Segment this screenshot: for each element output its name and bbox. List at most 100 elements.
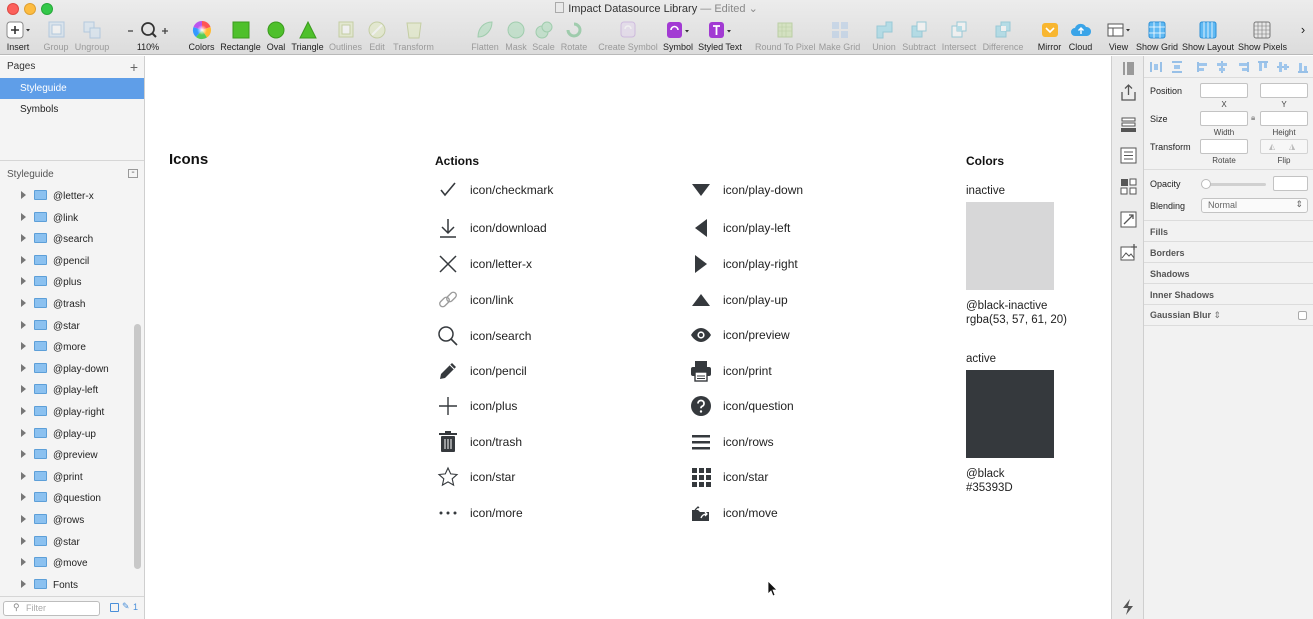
subtract-button[interactable]: Subtract — [900, 20, 938, 54]
components-icon[interactable] — [1119, 177, 1138, 196]
show-layout-button[interactable]: Show Layout — [1182, 20, 1234, 54]
opacity-slider-handle[interactable] — [1201, 179, 1211, 189]
height-field[interactable] — [1260, 111, 1308, 126]
transform-button[interactable]: Transform — [392, 20, 435, 54]
page-item-styleguide[interactable]: Styleguide — [0, 78, 144, 99]
create-symbol-button[interactable]: Create Symbol — [598, 20, 658, 54]
disclosure-triangle-icon[interactable] — [21, 536, 26, 545]
rotate-field[interactable] — [1200, 139, 1248, 154]
zoom-control[interactable]: 110% — [124, 20, 172, 54]
layer-item[interactable]: @question — [0, 488, 133, 509]
rotate-button[interactable]: Rotate — [559, 20, 589, 54]
list-panel-icon[interactable] — [1119, 146, 1138, 165]
artboard-canvas[interactable]: Icons Actions Colors icon/checkmark icon/… — [145, 56, 1111, 619]
layer-item[interactable]: @play-right — [0, 402, 133, 423]
layer-item[interactable]: @preview — [0, 445, 133, 466]
disclosure-triangle-icon[interactable] — [21, 234, 26, 243]
rectangle-tool-button[interactable]: Rectangle — [220, 20, 261, 54]
colors-button[interactable]: Colors — [187, 20, 216, 54]
styled-text-button[interactable]: Styled Text — [697, 20, 743, 54]
shadows-section-header[interactable]: Shadows — [1150, 269, 1190, 279]
align-bottom-icon[interactable] — [1296, 60, 1310, 74]
borders-section-header[interactable]: Borders — [1150, 248, 1185, 258]
distribute-vertical-icon[interactable] — [1170, 60, 1184, 74]
toolbar-overflow-chevron-icon[interactable]: › — [1296, 22, 1310, 56]
disclosure-triangle-icon[interactable] — [21, 515, 26, 523]
resize-icon[interactable] — [1119, 210, 1138, 229]
layer-item[interactable]: @star — [0, 316, 133, 337]
layer-item[interactable]: @print — [0, 467, 133, 488]
disclosure-triangle-icon[interactable] — [21, 493, 26, 502]
filter-pencil-icon[interactable]: ✎ — [122, 601, 130, 612]
layer-list-scrollbar[interactable] — [134, 324, 141, 569]
union-button[interactable]: Union — [870, 20, 898, 54]
symbol-button[interactable]: Symbol — [662, 20, 694, 54]
layer-item[interactable]: @play-up — [0, 424, 133, 445]
intersect-button[interactable]: Intersect — [940, 20, 978, 54]
disclosure-triangle-icon[interactable] — [21, 191, 26, 199]
disclosure-triangle-icon[interactable] — [21, 363, 26, 372]
view-button[interactable]: View — [1105, 20, 1132, 54]
flip-vertical-icon[interactable]: ◮ — [1289, 142, 1295, 151]
close-window-button[interactable] — [7, 3, 19, 15]
disclosure-triangle-icon[interactable] — [21, 255, 26, 264]
edit-button[interactable]: Edit — [367, 20, 387, 54]
triangle-tool-button[interactable]: Triangle — [291, 20, 324, 54]
mask-button[interactable]: Mask — [504, 20, 528, 54]
mirror-button[interactable]: Mirror — [1036, 20, 1063, 54]
disclosure-triangle-icon[interactable] — [21, 471, 26, 480]
flatten-button[interactable]: Flatten — [471, 20, 499, 54]
layer-item[interactable]: Fonts — [0, 575, 133, 596]
layer-item[interactable]: @plus — [0, 272, 133, 293]
gaussian-blur-checkbox[interactable] — [1298, 311, 1307, 320]
show-pixels-button[interactable]: Show Pixels — [1238, 20, 1287, 54]
disclosure-triangle-icon[interactable] — [21, 450, 26, 459]
disclosure-triangle-icon[interactable] — [21, 299, 26, 307]
inactive-color-swatch[interactable] — [966, 202, 1054, 290]
align-center-icon[interactable] — [1215, 60, 1229, 74]
fills-section-header[interactable]: Fills — [1150, 227, 1168, 237]
collapse-layers-icon[interactable]: - — [128, 168, 138, 178]
layer-item[interactable]: @link — [0, 208, 133, 229]
align-left-icon[interactable] — [1196, 60, 1210, 74]
lightning-icon[interactable] — [1119, 597, 1138, 616]
chevron-down-icon[interactable]: ⌄ — [749, 3, 758, 15]
width-field[interactable] — [1200, 111, 1248, 126]
add-page-plus-icon[interactable]: + — [130, 59, 138, 75]
layer-item[interactable]: @move — [0, 553, 133, 574]
lock-icon[interactable]: 🔒︎ — [1251, 113, 1255, 123]
layer-item[interactable]: @star — [0, 532, 133, 553]
layer-item[interactable]: @pencil — [0, 251, 133, 272]
outlines-button[interactable]: Outlines — [328, 20, 363, 54]
disclosure-triangle-icon[interactable] — [21, 407, 26, 415]
opacity-field[interactable] — [1273, 176, 1308, 191]
disclosure-triangle-icon[interactable] — [21, 558, 26, 567]
layer-item[interactable]: @letter-x — [0, 186, 133, 207]
zoom-window-button[interactable] — [41, 3, 53, 15]
layer-item[interactable]: @play-left — [0, 380, 133, 401]
active-color-swatch[interactable] — [966, 370, 1054, 458]
image-plus-icon[interactable] — [1119, 243, 1138, 262]
ungroup-button[interactable]: Ungroup — [74, 20, 110, 54]
scale-button[interactable]: Scale — [531, 20, 556, 54]
opacity-slider-track[interactable] — [1204, 183, 1266, 186]
difference-button[interactable]: Difference — [981, 20, 1025, 54]
insert-button[interactable]: Insert — [4, 20, 32, 54]
gaussian-blur-header[interactable]: Gaussian Blur ⇕ — [1150, 310, 1221, 321]
flip-horizontal-icon[interactable]: ◭ — [1269, 142, 1275, 151]
disclosure-triangle-icon[interactable] — [21, 212, 26, 221]
inspector-toggle-icon[interactable] — [1119, 59, 1138, 78]
disclosure-triangle-icon[interactable] — [21, 579, 26, 588]
export-icon[interactable] — [1119, 83, 1138, 102]
layers-stack-icon[interactable] — [1119, 115, 1138, 134]
disclosure-triangle-icon[interactable] — [21, 277, 26, 286]
inner-shadows-section-header[interactable]: Inner Shadows — [1150, 290, 1214, 300]
disclosure-triangle-icon[interactable] — [21, 342, 26, 351]
position-y-field[interactable] — [1260, 83, 1308, 98]
group-button[interactable]: Group — [43, 20, 69, 54]
layer-item[interactable]: @play-down — [0, 359, 133, 380]
page-item-symbols[interactable]: Symbols — [0, 99, 144, 120]
layer-item[interactable]: @rows — [0, 510, 133, 531]
filter-input[interactable]: ⚲ Filter — [3, 601, 100, 616]
oval-tool-button[interactable]: Oval — [264, 20, 288, 54]
